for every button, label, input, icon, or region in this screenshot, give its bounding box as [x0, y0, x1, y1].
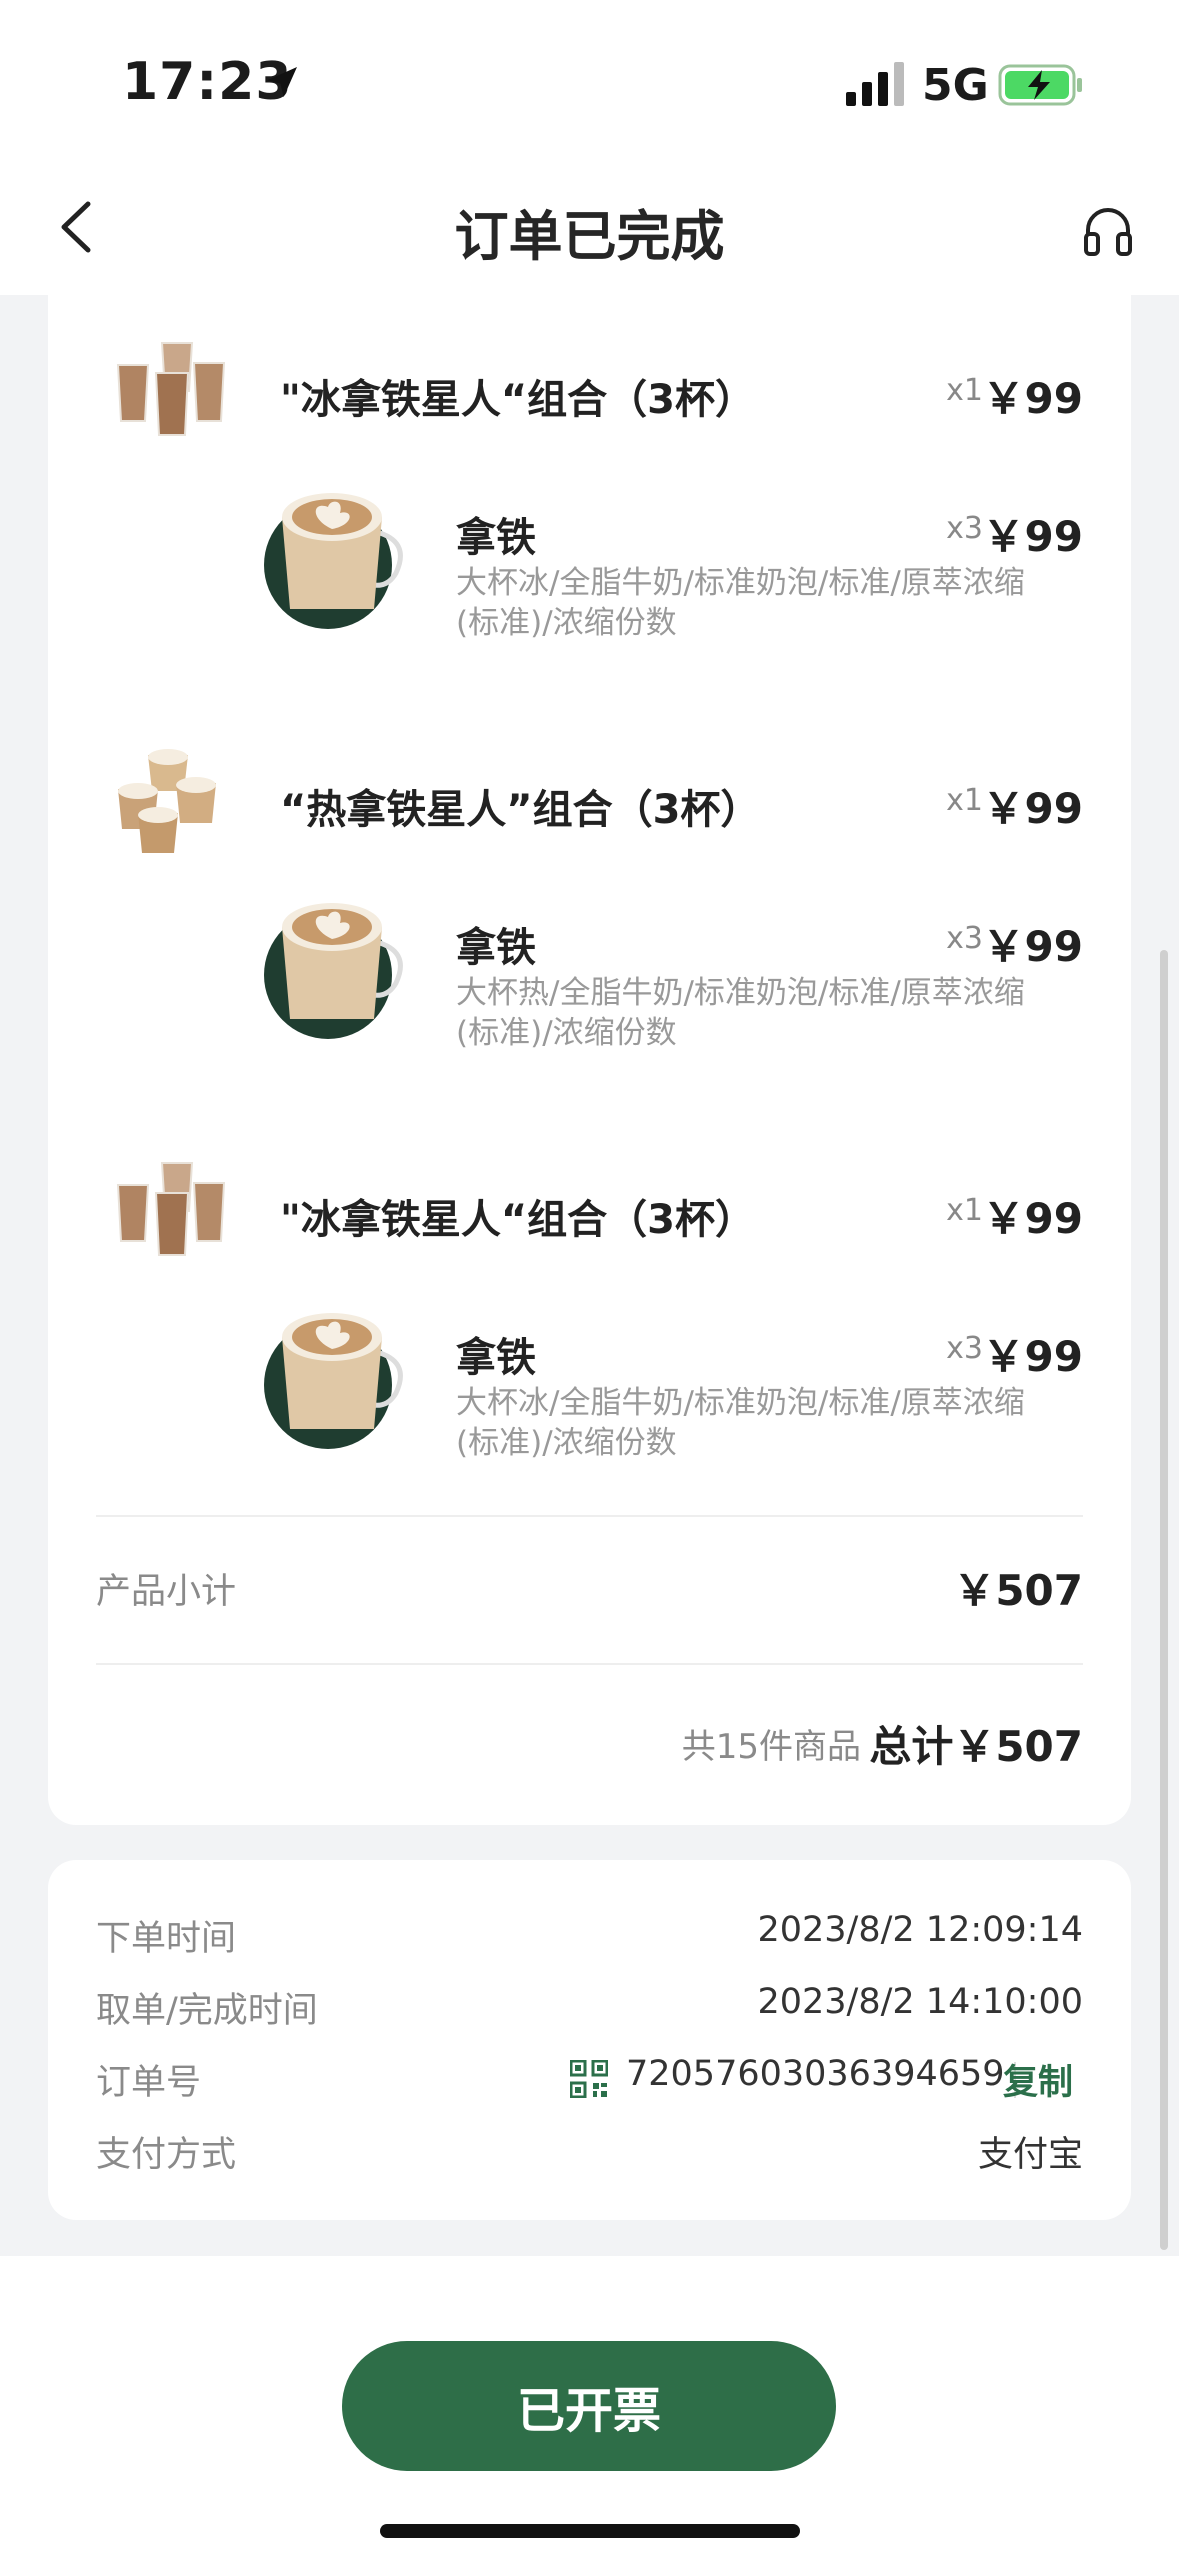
location-arrow-icon [267, 67, 297, 97]
combo-quantity: x1 [946, 373, 983, 408]
pickup-time-label: 取单/完成时间 [96, 1991, 318, 2031]
iced-latte-trio-image [116, 342, 226, 436]
order-number-label: 订单号 [96, 2063, 202, 2103]
payment-row: 支付方式 支付宝 [96, 2126, 1083, 2182]
combo-price: ￥99 [982, 374, 1083, 423]
pickup-time-row: 取单/完成时间 2023/8/2 14:10:00 [96, 1982, 1083, 2038]
item-name: 拿铁 [456, 1335, 536, 1381]
pickup-time-value: 2023/8/2 14:10:00 [757, 1982, 1083, 2022]
order-time-label: 下单时间 [96, 1919, 237, 1959]
subtotal-label: 产品小计 [96, 1572, 237, 1612]
status-bar: 17:23 5G [0, 0, 1179, 160]
item-price: ￥99 [982, 1332, 1083, 1381]
page-title: 订单已完成 [454, 205, 725, 268]
combo-name: "冰拿铁星人“组合（3杯） [280, 1197, 755, 1243]
item-options: 大杯冰/全脂牛奶/标准奶泡/标准/原萃浓缩(标准)/浓缩份数 [456, 565, 1025, 641]
item-options: 大杯热/全脂牛奶/标准奶泡/标准/原萃浓缩(标准)/浓缩份数 [456, 975, 1025, 1051]
headset-icon[interactable] [1080, 202, 1136, 258]
combo-price: ￥99 [982, 1194, 1083, 1243]
battery-charging-icon [998, 64, 1082, 106]
order-info-card: 下单时间 2023/8/2 12:09:14 取单/完成时间 2023/8/2 … [48, 1860, 1131, 2220]
order-time-row: 下单时间 2023/8/2 12:09:14 [96, 1910, 1083, 1966]
item-price: ￥99 [982, 512, 1083, 561]
divider [96, 1663, 1083, 1665]
list-item: "冰拿铁星人“组合（3杯） x1 ￥99 拿铁 x3 ￥99 大杯冰/全脂牛奶/… [48, 295, 1131, 695]
hot-latte-trio-image [118, 749, 216, 853]
subtotal-value: ￥507 [953, 1566, 1083, 1615]
order-items-card: "冰拿铁星人“组合（3杯） x1 ￥99 拿铁 x3 ￥99 大杯冰/全脂牛奶/… [48, 295, 1131, 1825]
latte-cup-image [264, 903, 403, 1039]
item-name: 拿铁 [456, 515, 536, 561]
item-quantity: x3 [946, 511, 983, 546]
item-quantity: x3 [946, 1331, 983, 1366]
scrollbar[interactable] [1160, 950, 1168, 2250]
combo-quantity: x1 [946, 1193, 983, 1228]
combo-name: "冰拿铁星人“组合（3杯） [280, 377, 755, 423]
payment-label: 支付方式 [96, 2135, 237, 2175]
nav-bar: 订单已完成 [0, 160, 1179, 295]
item-count: 共15件商品 [681, 1727, 861, 1767]
iced-latte-trio-image [116, 1162, 226, 1256]
item-price: ￥99 [982, 922, 1083, 971]
order-total: 总计￥507 [869, 1722, 1083, 1771]
item-quantity: x3 [946, 921, 983, 956]
combo-price: ￥99 [982, 784, 1083, 833]
item-options: 大杯冰/全脂牛奶/标准奶泡/标准/原萃浓缩(标准)/浓缩份数 [456, 1385, 1025, 1461]
combo-name: “热拿铁星人”组合（3杯） [280, 787, 761, 833]
latte-cup-image [264, 1313, 403, 1449]
network-type: 5G [922, 60, 989, 111]
list-item: “热拿铁星人”组合（3杯） x1 ￥99 拿铁 x3 ￥99 大杯热/全脂牛奶/… [48, 705, 1131, 1105]
cellular-signal-icon [846, 62, 904, 106]
copy-button[interactable]: 复制 [1003, 2054, 1073, 2105]
qr-code-icon[interactable] [570, 2060, 608, 2098]
latte-cup-image [264, 493, 403, 629]
item-name: 拿铁 [456, 925, 536, 971]
divider [96, 1515, 1083, 1517]
order-time-value: 2023/8/2 12:09:14 [757, 1910, 1083, 1950]
combo-quantity: x1 [946, 783, 983, 818]
order-number-row: 订单号 72057603036394659 复制 [96, 2054, 1083, 2110]
list-item: "冰拿铁星人“组合（3杯） x1 ￥99 拿铁 x3 ￥99 大杯冰/全脂牛奶/… [48, 1115, 1131, 1515]
payment-value: 支付宝 [977, 2135, 1083, 2175]
order-number-value: 72057603036394659 [626, 2054, 1005, 2094]
invoiced-button[interactable]: 已开票 [342, 2341, 836, 2471]
home-indicator[interactable] [380, 2524, 800, 2538]
bottom-bar: 已开票 [0, 2256, 1179, 2556]
